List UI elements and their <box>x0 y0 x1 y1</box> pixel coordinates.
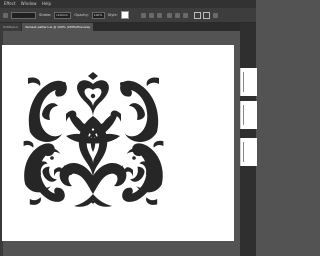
stroke-field[interactable] <box>11 11 36 19</box>
align-middle-icon[interactable] <box>174 12 180 18</box>
menu-icon[interactable] <box>212 12 218 18</box>
isolate-icon[interactable] <box>202 11 210 19</box>
tab-untitled[interactable]: Untitled-1 <box>0 23 21 31</box>
menu-effect[interactable]: Effect <box>4 1 16 6</box>
transform-icon[interactable] <box>193 11 201 19</box>
panel-handle-icon <box>243 142 244 162</box>
panel-button-3[interactable] <box>240 138 257 166</box>
menu-window[interactable]: Window <box>21 1 37 6</box>
opacity-field[interactable]: 100% <box>91 11 105 19</box>
graphic-style-swatch[interactable] <box>120 11 129 19</box>
control-bar: Stroke: Uniform Opacity: 100% Style: <box>0 8 256 23</box>
menu-help[interactable]: Help <box>42 1 51 6</box>
selection-tool-icon[interactable] <box>3 12 8 18</box>
panel-handle-icon <box>243 105 244 125</box>
align-center-icon[interactable] <box>148 12 154 18</box>
align-left-icon[interactable] <box>140 12 146 18</box>
document-tabs: Untitled-1 damask pattern.ai @ 100% (CMY… <box>0 23 240 31</box>
panel-button-2[interactable] <box>240 101 257 129</box>
panel-button-1[interactable] <box>240 68 257 96</box>
style-label: Style: <box>107 13 118 17</box>
menu-bar: Effect Window Help <box>0 0 256 8</box>
stroke-label: Stroke: <box>39 13 52 17</box>
damask-pattern-artwork[interactable] <box>22 72 165 210</box>
opacity-label: Opacity: <box>74 13 89 17</box>
align-top-icon[interactable] <box>166 12 172 18</box>
align-right-icon[interactable] <box>156 12 162 18</box>
panel-handle-icon <box>243 72 244 92</box>
align-bottom-icon[interactable] <box>182 12 188 18</box>
stroke-style-select[interactable]: Uniform <box>54 11 72 19</box>
right-panel-dock <box>240 23 257 256</box>
tab-damask[interactable]: damask pattern.ai @ 100% (CMYK/Preview) <box>21 23 94 31</box>
